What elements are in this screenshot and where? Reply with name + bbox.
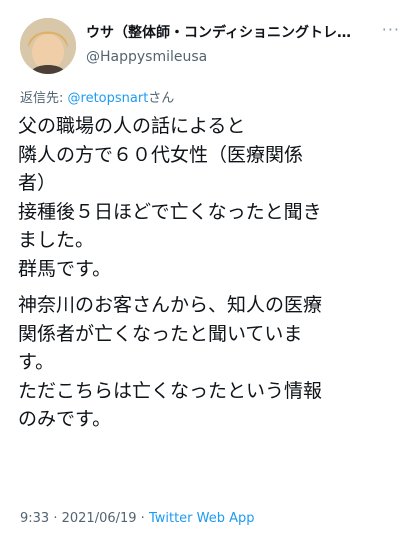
more-horizontal-icon[interactable]: ··· [382, 20, 400, 39]
avatar-image [20, 18, 76, 74]
tweet-line: のみです。 [18, 408, 112, 430]
display-name[interactable]: ウサ（整体師・コンディショニングトレ… [86, 22, 376, 42]
tweet-line: 隣人の方で６０代女性（医療関係 [18, 143, 304, 166]
tweet-line: ました。 [18, 229, 95, 251]
avatar[interactable] [20, 18, 76, 74]
tweet-paragraph: 父の職場の人の話によると 隣人の方で６０代女性（医療関係 者） 接種後５日ほどで… [18, 112, 398, 283]
tweet-line: す。 [18, 351, 55, 373]
tweet-date[interactable]: 2021/06/19 [62, 511, 137, 526]
tweet: ウサ（整体師・コンディショニングトレ… @Happysmileusa ··· 返… [0, 0, 410, 538]
tweet-line: 神奈川のお客さんから、知人の医療 [18, 294, 323, 316]
tweet-line: 関係者が亡くなったと聞いていま [18, 322, 303, 345]
tweet-line: ただこちらは亡くなったという情報 [18, 379, 323, 402]
reply-prefix: 返信先: [20, 91, 68, 106]
tweet-time[interactable]: 9:33 [20, 511, 49, 526]
reply-suffix: さん [148, 91, 175, 106]
tweet-paragraph: 神奈川のお客さんから、知人の医療 関係者が亡くなったと聞いていま す。 ただこち… [18, 291, 398, 434]
tweet-text: 父の職場の人の話によると 隣人の方で６０代女性（医療関係 者） 接種後５日ほどで… [18, 112, 398, 434]
meta-separator: · [136, 511, 149, 526]
tweet-line: 者） [18, 172, 57, 194]
source-app-link[interactable]: Twitter Web App [149, 511, 255, 526]
reply-mention-link[interactable]: @retopsnart [68, 91, 149, 106]
tweet-line: 接種後５日ほどで亡くなったと聞き [18, 200, 322, 223]
user-handle[interactable]: @Happysmileusa [86, 49, 207, 65]
reply-to-line: 返信先: @retopsnartさん [20, 87, 174, 106]
meta-separator: · [49, 511, 62, 526]
tweet-meta: 9:33 · 2021/06/19 · Twitter Web App [20, 511, 255, 526]
tweet-line: 父の職場の人の話によると [18, 115, 246, 137]
tweet-line: 群馬です。 [18, 257, 112, 280]
